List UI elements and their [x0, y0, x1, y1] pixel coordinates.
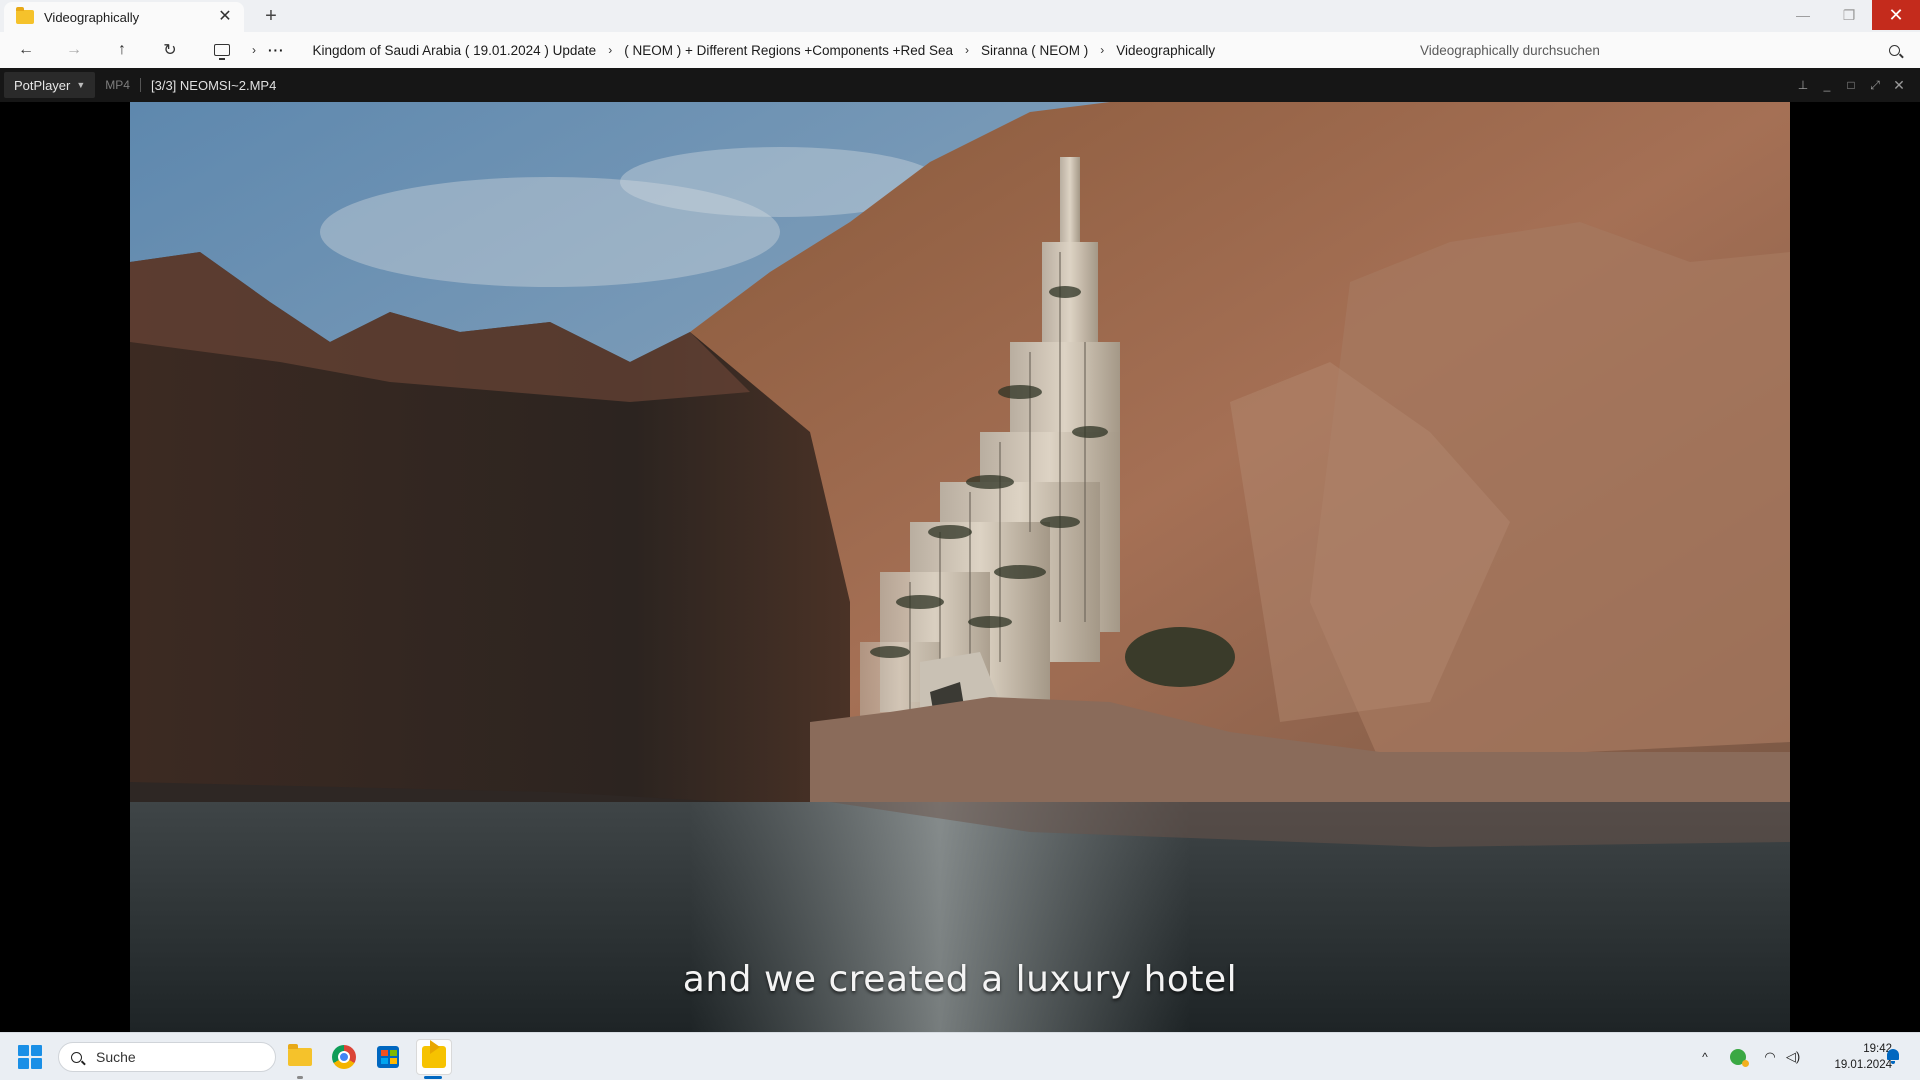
refresh-icon: ↻ — [163, 42, 177, 59]
clock-time: 19:42 — [1863, 1043, 1892, 1055]
player-titlebar: PotPlayer ▼ MP4 [3/3] NEOMSI~2.MP4 ⊥ _ □… — [0, 68, 1920, 102]
breadcrumb-item[interactable]: Siranna ( NEOM ) — [981, 43, 1088, 58]
active-indicator — [424, 1076, 442, 1079]
taskbar-file-explorer[interactable] — [284, 1041, 316, 1073]
taskbar-search-label: Suche — [96, 1049, 136, 1065]
taskbar-search[interactable]: Suche — [58, 1042, 276, 1072]
taskbar-store[interactable] — [372, 1041, 404, 1073]
player-close-button[interactable]: ✕ — [1890, 76, 1908, 94]
wifi-icon[interactable]: ◠ — [1762, 1047, 1778, 1067]
chevron-up-icon: ^ — [1702, 1050, 1708, 1064]
close-icon[interactable]: ✕ — [216, 8, 234, 26]
close-icon: ✕ — [1893, 77, 1905, 93]
pin-icon: ⊥ — [1797, 78, 1809, 92]
restore-icon: ❐ — [1842, 6, 1856, 23]
arrow-left-icon: ← — [18, 41, 34, 58]
taskbar: Suche ^ ◠ ◁) 19:42 19.01.2024 — [0, 1032, 1920, 1080]
maximize-icon: □ — [1847, 78, 1855, 92]
potplayer-menu-button[interactable]: PotPlayer ▼ — [4, 72, 96, 98]
clock-date: 19.01.2024 — [1834, 1059, 1892, 1071]
back-button[interactable]: ← — [12, 38, 40, 62]
minimize-icon: — — [1796, 7, 1810, 23]
new-tab-button[interactable]: + — [258, 4, 284, 28]
search-input[interactable] — [1420, 42, 1889, 58]
chrome-icon — [332, 1045, 356, 1069]
tab-title: Videographically — [44, 9, 140, 25]
tray-overflow-button[interactable]: ^ — [1698, 1047, 1712, 1067]
folder-icon — [288, 1044, 312, 1066]
start-button[interactable] — [18, 1045, 42, 1069]
video-area[interactable]: and we created a luxury hotel — [130, 102, 1790, 1032]
player-maximize-button[interactable]: □ — [1842, 76, 1860, 94]
explorer-titlebar: Videographically ✕ + — ❐ ✕ — [0, 0, 1920, 32]
refresh-button[interactable]: ↻ — [156, 38, 184, 62]
up-button[interactable]: ↑ — [108, 38, 136, 62]
breadcrumb-item[interactable]: ( NEOM ) + Different Regions +Components… — [624, 43, 953, 58]
breadcrumb-item-current[interactable]: Videographically — [1116, 43, 1215, 58]
potplayer-menu-label: PotPlayer — [14, 77, 71, 93]
minimize-button[interactable]: — — [1780, 0, 1826, 30]
potplayer-window: PotPlayer ▼ MP4 [3/3] NEOMSI~2.MP4 ⊥ _ □… — [0, 68, 1920, 1032]
chevron-right-icon[interactable]: › — [252, 43, 256, 57]
search-icon[interactable] — [1889, 44, 1900, 56]
tab-videographically[interactable]: Videographically ✕ — [4, 2, 244, 32]
search-icon — [71, 1051, 82, 1063]
folder-icon — [16, 7, 34, 24]
chevron-right-icon[interactable]: › — [965, 43, 969, 57]
clock[interactable]: 19:42 19.01.2024 — [1812, 1041, 1892, 1073]
close-icon: ✕ — [1888, 4, 1904, 25]
arrow-right-icon: → — [66, 41, 82, 58]
forward-button[interactable]: → — [60, 38, 88, 62]
fullscreen-icon: ⤢ — [1870, 78, 1880, 92]
restore-button[interactable]: ❐ — [1826, 0, 1872, 30]
arrow-up-icon: ↑ — [118, 41, 126, 58]
breadcrumb-overflow-button[interactable]: ··· — [268, 43, 285, 58]
running-indicator — [297, 1076, 303, 1079]
breadcrumb-item[interactable]: Kingdom of Saudi Arabia ( 19.01.2024 ) U… — [313, 43, 597, 58]
store-icon — [377, 1046, 399, 1068]
notification-bell-icon[interactable] — [1886, 1049, 1900, 1065]
subtitle: and we created a luxury hotel — [682, 959, 1238, 1000]
taskbar-chrome[interactable] — [328, 1041, 360, 1073]
address-bar[interactable]: › ··· › Kingdom of Saudi Arabia ( 19.01.… — [204, 35, 1400, 65]
windows-logo-icon — [18, 1058, 29, 1069]
chevron-right-icon[interactable]: › — [1100, 43, 1104, 57]
volume-icon[interactable]: ◁) — [1784, 1047, 1802, 1067]
video-frame — [130, 102, 1790, 1032]
chevron-right-icon[interactable]: › — [608, 43, 612, 57]
plus-icon: + — [265, 5, 277, 27]
player-fullscreen-button[interactable]: ⤢ — [1866, 76, 1884, 94]
pin-button[interactable]: ⊥ — [1794, 76, 1812, 94]
potplayer-icon — [422, 1040, 446, 1068]
chevron-down-icon: ▼ — [76, 80, 86, 90]
taskbar-potplayer[interactable] — [416, 1039, 452, 1075]
close-window-button[interactable]: ✕ — [1872, 0, 1920, 30]
minimize-icon: _ — [1823, 78, 1831, 92]
explorer-navbar: ← → ↑ ↻ › ··· › Kingdom of Saudi Arabia … — [0, 32, 1920, 68]
windows-logo-icon — [31, 1058, 42, 1069]
windows-logo-icon — [18, 1045, 29, 1056]
computer-icon[interactable] — [214, 44, 230, 60]
security-icon[interactable] — [1730, 1049, 1749, 1067]
file-format-label: MP4 — [105, 78, 130, 92]
player-minimize-button[interactable]: _ — [1818, 76, 1836, 94]
file-title: [3/3] NEOMSI~2.MP4 — [150, 77, 277, 93]
divider — [139, 78, 141, 92]
windows-logo-icon — [31, 1045, 42, 1056]
explorer-search[interactable] — [1408, 35, 1912, 65]
